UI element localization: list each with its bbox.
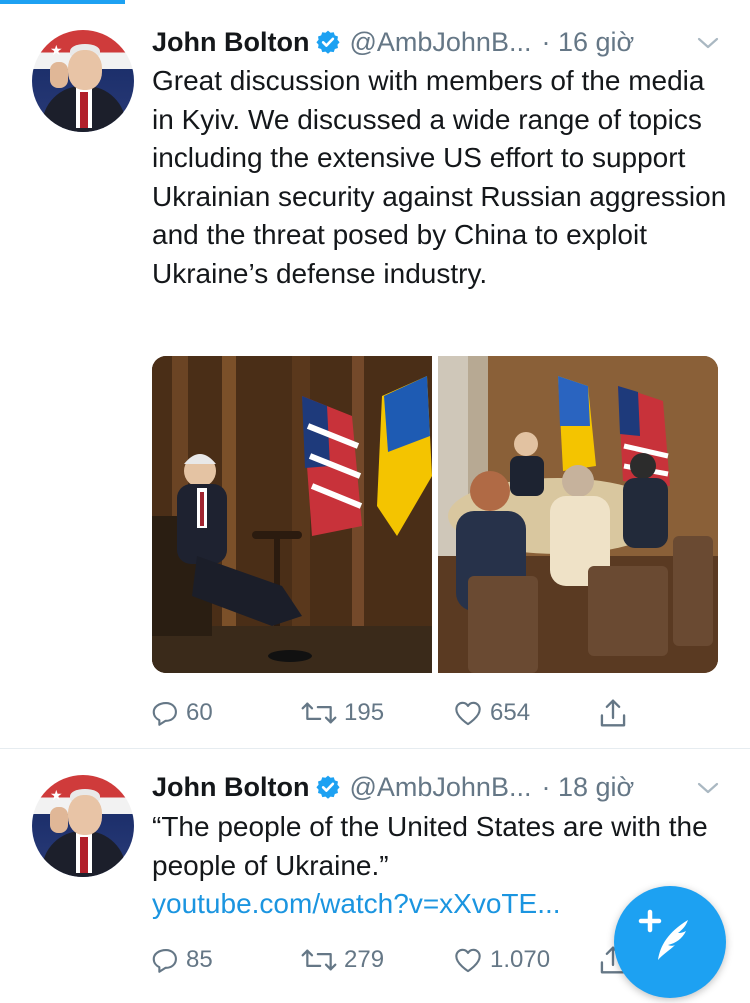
chevron-down-icon[interactable] [696, 33, 720, 53]
tweet-timestamp[interactable]: · 18 giờ [541, 772, 634, 803]
retweet-icon [301, 949, 337, 971]
tweet-text: Great discussion with members of the med… [152, 65, 727, 289]
tweet-link[interactable]: youtube.com/watch?v=xXvoTE... [152, 888, 561, 919]
reply-count: 60 [186, 699, 213, 726]
avatar[interactable]: ★ ★ [32, 775, 134, 877]
author-handle[interactable]: @AmbJohnB... [349, 27, 531, 58]
author-name[interactable]: John Bolton [152, 772, 309, 803]
tweet-media[interactable] [152, 356, 718, 673]
retweet-button[interactable]: 195 [300, 696, 384, 730]
photo-meeting[interactable] [438, 356, 718, 673]
compose-tweet-button[interactable] [614, 886, 726, 998]
retweet-count: 279 [344, 946, 385, 973]
tweet-header: John Bolton @AmbJohnB... · 16 giờ [152, 24, 634, 60]
retweet-icon [301, 702, 337, 724]
verified-badge-icon [316, 775, 341, 799]
like-button[interactable]: 1.070 [452, 943, 550, 977]
share-button[interactable] [598, 696, 628, 730]
reply-button[interactable]: 85 [152, 943, 213, 977]
tweet[interactable]: ★ ★ John Bolton @AmbJohnB... · 16 giờ Gr… [0, 0, 750, 749]
photo-interview[interactable] [152, 356, 432, 673]
like-icon [455, 948, 481, 973]
tweet-timestamp[interactable]: · 16 giờ [541, 27, 634, 58]
like-button[interactable]: 654 [452, 696, 530, 730]
reply-count: 85 [186, 946, 213, 973]
chevron-down-icon[interactable] [696, 778, 720, 798]
tweet-text-content: “The people of the United States are wit… [152, 811, 708, 881]
verified-badge-icon [316, 30, 341, 54]
reply-icon [152, 702, 177, 726]
reply-button[interactable]: 60 [152, 696, 213, 730]
retweet-count: 195 [344, 699, 385, 726]
retweet-button[interactable]: 279 [300, 943, 384, 977]
like-count: 1.070 [490, 946, 551, 973]
author-handle[interactable]: @AmbJohnB... [349, 772, 531, 803]
compose-tweet-icon [638, 909, 688, 960]
tweet-header: John Bolton @AmbJohnB... · 18 giờ [152, 769, 634, 805]
reply-icon [152, 949, 177, 973]
share-icon [600, 699, 626, 727]
avatar[interactable]: ★ ★ [32, 30, 134, 132]
tweet-actions: 60 195 654 [152, 696, 712, 730]
author-name[interactable]: John Bolton [152, 27, 309, 58]
like-count: 654 [490, 699, 531, 726]
like-icon [455, 701, 481, 726]
